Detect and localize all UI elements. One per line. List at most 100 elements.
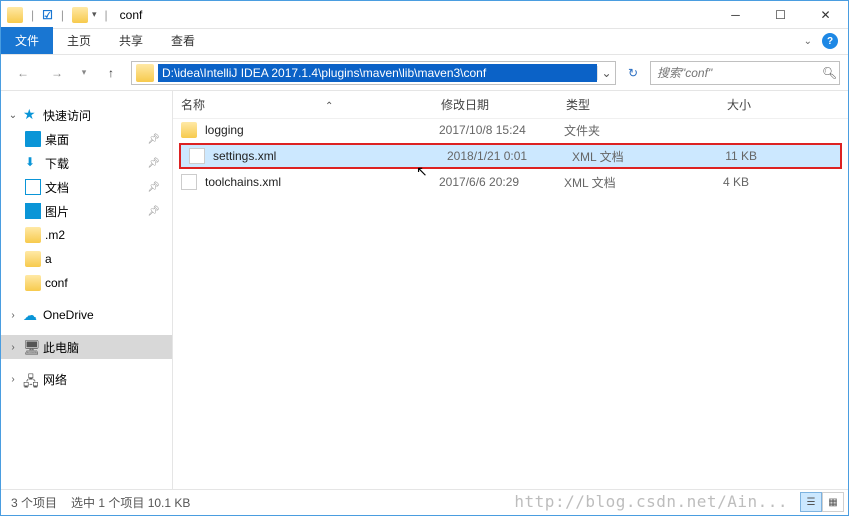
file-row[interactable]: settings.xml 2018/1/21 0:01 XML 文档 11 KB xyxy=(181,145,840,167)
chevron-right-icon[interactable]: › xyxy=(7,342,19,353)
file-size: 4 KB xyxy=(679,175,749,189)
help-icon[interactable]: ? xyxy=(822,33,838,49)
column-size[interactable]: 大小 xyxy=(681,96,751,113)
minimize-button[interactable]: ─ xyxy=(713,1,758,29)
file-row[interactable]: logging 2017/10/8 15:24 文件夹 xyxy=(173,119,848,141)
file-size: 11 KB xyxy=(687,149,757,163)
ribbon-expand-icon[interactable]: ⌄ xyxy=(804,36,812,47)
back-button[interactable]: ← xyxy=(9,59,37,87)
folder-icon xyxy=(25,251,41,267)
qat-checkbox-icon[interactable]: ☑ xyxy=(42,8,53,22)
status-item-count: 3 个项目 xyxy=(11,494,57,511)
column-type[interactable]: 类型 xyxy=(566,96,681,113)
search-input[interactable] xyxy=(651,66,820,80)
address-row: ← → ▾ ↑ ⌄ ↻ 🔍︎ xyxy=(1,55,848,91)
address-box[interactable]: ⌄ xyxy=(131,61,616,85)
chevron-right-icon[interactable]: › xyxy=(7,374,19,385)
file-type: XML 文档 xyxy=(572,148,687,165)
nav-label: 网络 xyxy=(43,371,67,388)
file-icon xyxy=(181,174,197,190)
file-date: 2017/10/8 15:24 xyxy=(439,123,564,137)
pin-icon: 📌︎ xyxy=(147,206,160,217)
file-row[interactable]: toolchains.xml 2017/6/6 20:29 XML 文档 4 K… xyxy=(173,171,848,193)
sort-indicator-icon: ⌃ xyxy=(325,101,333,112)
file-type: 文件夹 xyxy=(564,122,679,139)
title-bar: | ☑ | ▾ | conf ─ ☐ ✕ xyxy=(1,1,848,29)
documents-icon xyxy=(25,179,41,195)
pictures-icon xyxy=(25,203,41,219)
download-icon: ⬇ xyxy=(25,155,41,171)
qat-folder-icon[interactable] xyxy=(72,7,88,23)
nav-quick-access[interactable]: ⌄ ★ 快速访问 xyxy=(1,103,172,127)
refresh-button[interactable]: ↻ xyxy=(622,66,644,80)
history-dropdown-button[interactable]: ▾ xyxy=(77,59,91,87)
address-folder-icon xyxy=(136,64,154,82)
app-folder-icon xyxy=(7,7,23,23)
navigation-pane: ⌄ ★ 快速访问 桌面 📌︎ ⬇ 下载 📌︎ 文档 📌︎ 图片 xyxy=(1,91,173,489)
star-icon: ★ xyxy=(23,107,39,123)
nav-pictures[interactable]: 图片 📌︎ xyxy=(1,199,172,223)
tab-file[interactable]: 文件 xyxy=(1,27,53,54)
ribbon-tabs: 文件 主页 共享 查看 ⌄ ? xyxy=(1,29,848,55)
nav-desktop[interactable]: 桌面 📌︎ xyxy=(1,127,172,151)
search-icon[interactable]: 🔍︎ xyxy=(820,66,839,80)
nav-conf[interactable]: conf xyxy=(1,271,172,295)
file-icon xyxy=(189,148,205,164)
folder-icon xyxy=(25,275,41,291)
maximize-button[interactable]: ☐ xyxy=(758,1,803,29)
tab-view[interactable]: 查看 xyxy=(157,27,209,54)
desktop-icon xyxy=(25,131,41,147)
file-name: toolchains.xml xyxy=(205,175,439,189)
pc-icon: 🖥︎ xyxy=(23,339,39,355)
close-button[interactable]: ✕ xyxy=(803,1,848,29)
view-icons-button[interactable]: ▦ xyxy=(822,492,844,512)
nav-label: 此电脑 xyxy=(43,339,79,356)
nav-label: .m2 xyxy=(45,228,65,242)
chevron-right-icon[interactable]: › xyxy=(7,310,19,321)
network-icon: 🖧︎ xyxy=(23,371,39,387)
nav-label: OneDrive xyxy=(43,308,94,322)
folder-icon xyxy=(25,227,41,243)
file-date: 2018/1/21 0:01 xyxy=(447,149,572,163)
nav-this-pc[interactable]: › 🖥︎ 此电脑 xyxy=(1,335,172,359)
pin-icon: 📌︎ xyxy=(147,158,160,169)
highlight-annotation: settings.xml 2018/1/21 0:01 XML 文档 11 KB xyxy=(179,143,842,169)
nav-label: a xyxy=(45,252,52,266)
pin-icon: 📌︎ xyxy=(147,182,160,193)
file-name: settings.xml xyxy=(213,149,447,163)
nav-label: 图片 xyxy=(45,203,69,220)
folder-icon xyxy=(181,122,197,138)
nav-label: conf xyxy=(45,276,68,290)
file-type: XML 文档 xyxy=(564,174,679,191)
file-name: logging xyxy=(205,123,439,137)
up-button[interactable]: ↑ xyxy=(97,59,125,87)
watermark-text: http://blog.csdn.net/Ain... xyxy=(514,492,788,511)
address-dropdown-icon[interactable]: ⌄ xyxy=(597,66,615,80)
nav-label: 桌面 xyxy=(45,131,69,148)
column-date[interactable]: 修改日期 xyxy=(441,96,566,113)
cloud-icon: ☁ xyxy=(23,307,39,323)
file-list-pane: 名称⌃ 修改日期 类型 大小 logging 2017/10/8 15:24 文… xyxy=(173,91,848,489)
nav-label: 下载 xyxy=(45,155,69,172)
tab-home[interactable]: 主页 xyxy=(53,27,105,54)
window-title: conf xyxy=(120,8,143,22)
view-details-button[interactable]: ☰ xyxy=(800,492,822,512)
tab-share[interactable]: 共享 xyxy=(105,27,157,54)
chevron-down-icon[interactable]: ⌄ xyxy=(7,110,19,121)
nav-m2[interactable]: .m2 xyxy=(1,223,172,247)
address-input[interactable] xyxy=(158,64,597,82)
nav-a[interactable]: a xyxy=(1,247,172,271)
status-bar: 3 个项目 选中 1 个项目 10.1 KB http://blog.csdn.… xyxy=(1,489,848,515)
pin-icon: 📌︎ xyxy=(147,134,160,145)
column-name[interactable]: 名称⌃ xyxy=(181,96,441,113)
file-date: 2017/6/6 20:29 xyxy=(439,175,564,189)
nav-network[interactable]: › 🖧︎ 网络 xyxy=(1,367,172,391)
forward-button[interactable]: → xyxy=(43,59,71,87)
nav-label: 文档 xyxy=(45,179,69,196)
nav-documents[interactable]: 文档 📌︎ xyxy=(1,175,172,199)
nav-label: 快速访问 xyxy=(43,107,91,124)
status-selection: 选中 1 个项目 10.1 KB xyxy=(71,494,190,511)
qat-dropdown-icon[interactable]: ▾ xyxy=(92,9,97,20)
nav-downloads[interactable]: ⬇ 下载 📌︎ xyxy=(1,151,172,175)
nav-onedrive[interactable]: › ☁ OneDrive xyxy=(1,303,172,327)
